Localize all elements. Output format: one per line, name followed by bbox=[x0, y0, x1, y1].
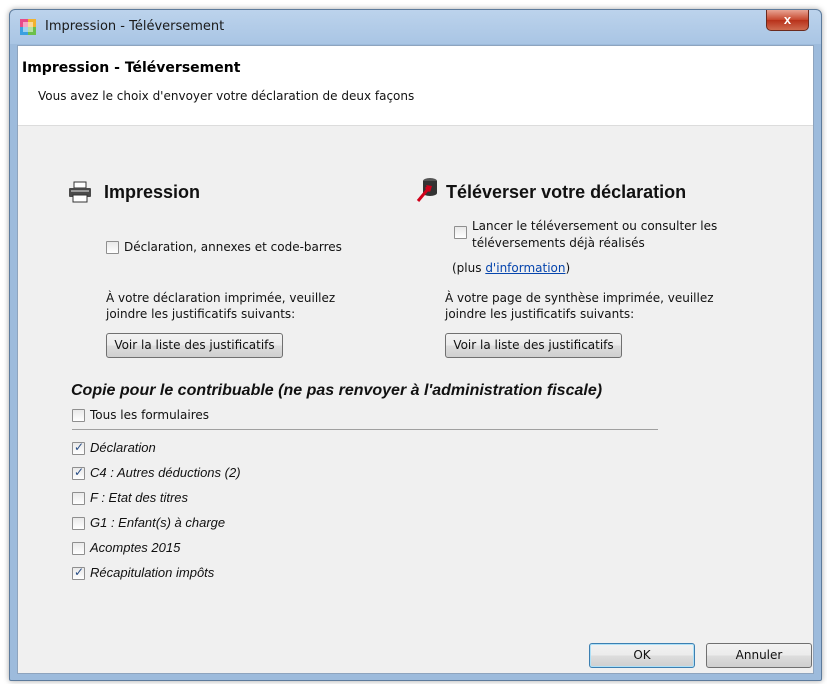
form-label-c4: C4 : Autres déductions (2) bbox=[90, 465, 241, 480]
impression-justificatifs-button[interactable]: Voir la liste des justificatifs bbox=[106, 333, 283, 358]
app-icon bbox=[20, 19, 36, 35]
form-checkbox-c4[interactable] bbox=[72, 465, 85, 480]
form-checkbox-acomptes[interactable] bbox=[72, 542, 85, 555]
upload-checkbox-label-line2: téléversements déjà réalisés bbox=[472, 236, 645, 250]
more-info-suffix: ) bbox=[565, 261, 571, 275]
window-title: Impression - Téléversement bbox=[45, 19, 225, 34]
close-button[interactable]: x bbox=[766, 10, 809, 31]
header-panel: Impression - Téléversement Vous avez le … bbox=[18, 46, 813, 126]
dialog-window: Impression - Téléversement x Impression … bbox=[9, 9, 822, 681]
form-checkbox-recapitulation[interactable] bbox=[72, 565, 85, 580]
cancel-button[interactable]: Annuler bbox=[706, 643, 812, 668]
copy-separator bbox=[72, 429, 658, 430]
upload-justificatifs-button[interactable]: Voir la liste des justificatifs bbox=[445, 333, 622, 358]
upload-more-info: (plus d'information) bbox=[452, 260, 570, 276]
form-label-acomptes: Acomptes 2015 bbox=[90, 540, 181, 555]
dialog-body: Impression - Téléversement Vous avez le … bbox=[17, 45, 814, 674]
form-checkbox-f[interactable] bbox=[72, 492, 85, 505]
all-forms-checkbox[interactable] bbox=[72, 409, 85, 422]
form-checkbox-declaration[interactable] bbox=[72, 440, 85, 455]
impression-checkbox-label: Déclaration, annexes et code-barres bbox=[124, 240, 342, 254]
upload-checkbox[interactable] bbox=[454, 226, 467, 239]
upload-note-line2: joindre les justificatifs suivants: bbox=[445, 307, 635, 321]
more-info-link[interactable]: d'information bbox=[485, 261, 565, 275]
form-checkbox-g1[interactable] bbox=[72, 517, 85, 530]
form-label-recapitulation: Récapitulation impôts bbox=[90, 565, 215, 580]
printer-icon bbox=[69, 181, 91, 203]
copy-section-title: Copie pour le contribuable (ne pas renvo… bbox=[71, 382, 603, 399]
form-label-g1: G1 : Enfant(s) à charge bbox=[90, 515, 226, 530]
ok-button[interactable]: OK bbox=[589, 643, 695, 668]
impression-note-line2: joindre les justificatifs suivants: bbox=[106, 307, 296, 321]
form-label-declaration: Déclaration bbox=[90, 440, 156, 455]
header-description: Vous avez le choix d'envoyer votre décla… bbox=[38, 89, 415, 103]
all-forms-label: Tous les formulaires bbox=[90, 408, 209, 422]
impression-title: Impression bbox=[104, 182, 201, 202]
upload-icon bbox=[416, 178, 437, 202]
impression-note-line1: À votre déclaration imprimée, veuillez bbox=[106, 291, 336, 305]
upload-checkbox-label-line1: Lancer le téléversement ou consulter les bbox=[472, 219, 718, 233]
impression-checkbox[interactable] bbox=[106, 241, 119, 254]
header-title: Impression - Téléversement bbox=[22, 60, 241, 76]
upload-title: Téléverser votre déclaration bbox=[446, 182, 687, 202]
more-info-prefix: (plus bbox=[452, 261, 486, 275]
title-bar[interactable]: Impression - Téléversement x bbox=[10, 10, 821, 44]
form-label-f: F : Etat des titres bbox=[90, 490, 189, 505]
upload-note-line1: À votre page de synthèse imprimée, veuil… bbox=[445, 291, 714, 305]
